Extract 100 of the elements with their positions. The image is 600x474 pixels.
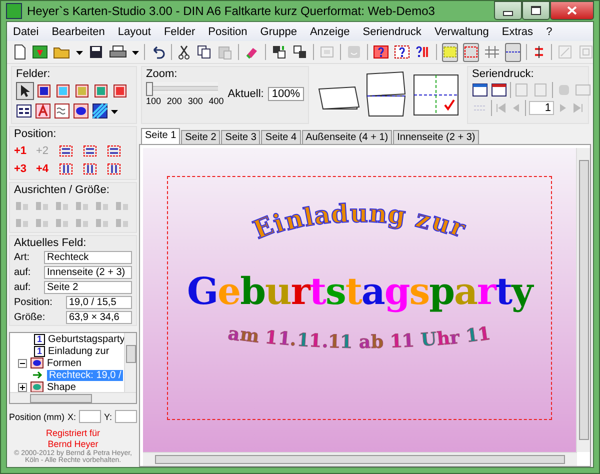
move-layer-icon[interactable] (82, 162, 98, 176)
menu-item[interactable]: Extras (502, 26, 534, 38)
fill-icon (443, 46, 457, 58)
position-button[interactable]: +1 (14, 145, 32, 157)
view-toggle-button[interactable] (442, 42, 458, 62)
zoom-tick-label: 300 (188, 96, 203, 106)
field-tool-button[interactable] (54, 82, 72, 100)
field-value: Innenseite (2 + 3) (44, 266, 132, 279)
page-tab[interactable]: Innenseite (2 + 3) (393, 130, 480, 144)
card-icon[interactable] (32, 44, 48, 60)
menu-item[interactable]: Seriendruck (362, 26, 422, 38)
tree-item[interactable]: Einladung zur (48, 346, 110, 356)
field-label: Art: (14, 252, 31, 263)
help-icon[interactable] (415, 44, 431, 60)
field-tool-button[interactable] (92, 82, 110, 100)
text-field-number: 1 (34, 346, 46, 356)
field-label: auf: (14, 267, 32, 278)
maximize-icon (531, 6, 541, 15)
scrollbar[interactable] (124, 333, 136, 392)
wave-field-icon[interactable] (54, 103, 70, 119)
menu-item[interactable]: Gruppe (260, 26, 297, 38)
page-tab[interactable]: Außenseite (4 + 1) (302, 130, 392, 144)
field-value: Seite 2 (44, 281, 132, 294)
shape-group-icon (30, 357, 44, 369)
data-table-icon[interactable] (472, 82, 488, 98)
card-title: Geburtstagsparty (186, 269, 532, 313)
print-merge-icon[interactable] (491, 82, 507, 98)
gradient-field-icon[interactable] (92, 103, 108, 119)
field-type-icon (113, 84, 127, 98)
field-icon[interactable] (575, 82, 591, 98)
page-tab[interactable]: Seite 1 (141, 128, 180, 144)
help-icon[interactable] (394, 44, 410, 60)
menu-item[interactable]: Layout (118, 26, 151, 38)
field-type-icon (75, 84, 89, 98)
tree-item[interactable]: Shape (47, 382, 76, 392)
panel-title: Position: (14, 128, 58, 140)
scrollbar[interactable] (143, 452, 577, 466)
field-tool-button[interactable] (16, 82, 34, 100)
page-layout-icon[interactable] (413, 74, 459, 116)
position-button[interactable]: +3 (14, 163, 32, 175)
menu-item[interactable]: Position (208, 26, 248, 38)
printer-icon[interactable] (109, 44, 127, 60)
expander-icon[interactable] (18, 358, 27, 368)
ellipse-field-icon[interactable] (73, 103, 89, 119)
menu-item[interactable]: Anzeige (310, 26, 350, 38)
scrollbar[interactable] (10, 392, 136, 403)
tree-item[interactable]: Formen (47, 358, 82, 368)
view-toggle-button[interactable] (463, 42, 479, 62)
zoom-slider[interactable] (148, 82, 218, 94)
swap-icon[interactable] (532, 44, 546, 60)
move-layer-icon[interactable] (106, 162, 122, 176)
app-icon (6, 3, 22, 19)
registered-name: Bernd Heyer (48, 439, 98, 449)
close-icon (567, 6, 577, 15)
coordinates-label: Position (mm) (9, 412, 65, 422)
position-button[interactable]: +4 (36, 163, 54, 175)
send-to-back-icon[interactable] (292, 44, 308, 60)
x-input-field[interactable] (79, 410, 101, 423)
cut-icon[interactable] (177, 44, 191, 60)
move-layer-icon[interactable] (106, 144, 122, 158)
page-tab[interactable]: Seite 2 (181, 130, 220, 144)
field-type-icon (37, 84, 51, 98)
page-tab[interactable]: Seite 3 (221, 130, 260, 144)
registration-text: Registriert für (46, 428, 100, 438)
new-document-icon[interactable] (13, 44, 27, 60)
menu-item[interactable]: ? (546, 26, 552, 38)
current-zoom-field[interactable]: 100% (268, 87, 304, 101)
card-heading: Einladung zur (248, 198, 472, 239)
list-field-icon[interactable] (16, 103, 32, 119)
help-icon[interactable] (373, 44, 389, 60)
scrollbar[interactable] (576, 148, 590, 452)
minimize-button[interactable] (494, 1, 522, 20)
close-button[interactable] (550, 1, 594, 20)
menu-item[interactable]: Felder (164, 26, 196, 38)
save-icon[interactable] (88, 44, 104, 60)
copy-icon[interactable] (196, 44, 212, 60)
maximize-button[interactable] (522, 1, 550, 20)
menu-item[interactable]: Verwaltung (434, 26, 489, 38)
menu-item[interactable]: Bearbeiten (52, 26, 105, 38)
record-number-field[interactable]: 1 (529, 101, 554, 115)
field-tool-button[interactable] (35, 82, 53, 100)
y-input-field[interactable] (115, 410, 137, 423)
move-layer-icon[interactable] (58, 162, 74, 176)
view-toggle-button[interactable] (505, 42, 521, 62)
pointer-icon (18, 84, 32, 98)
field-value: 19,0 / 15,5 (66, 296, 132, 309)
letter-field-icon[interactable] (35, 103, 51, 119)
window-title: Heyer`s Karten-Studio 3.00 - DIN A6 Faltkarte kurz Querformat: Web-Demo3 (27, 4, 436, 18)
field-label: auf: (14, 282, 32, 293)
field-tool-button[interactable] (111, 82, 129, 100)
bring-to-front-icon[interactable] (271, 44, 287, 60)
fit-icon[interactable] (578, 44, 594, 60)
y-label: Y: (104, 412, 112, 422)
page-tab[interactable]: Seite 4 (261, 130, 301, 144)
expander-icon[interactable] (18, 382, 27, 392)
slider-thumb[interactable] (146, 82, 153, 96)
menu-item[interactable]: Datei (13, 26, 39, 38)
field-tool-button[interactable] (73, 82, 91, 100)
move-layer-icon[interactable] (82, 144, 98, 158)
move-layer-icon[interactable] (58, 144, 74, 158)
